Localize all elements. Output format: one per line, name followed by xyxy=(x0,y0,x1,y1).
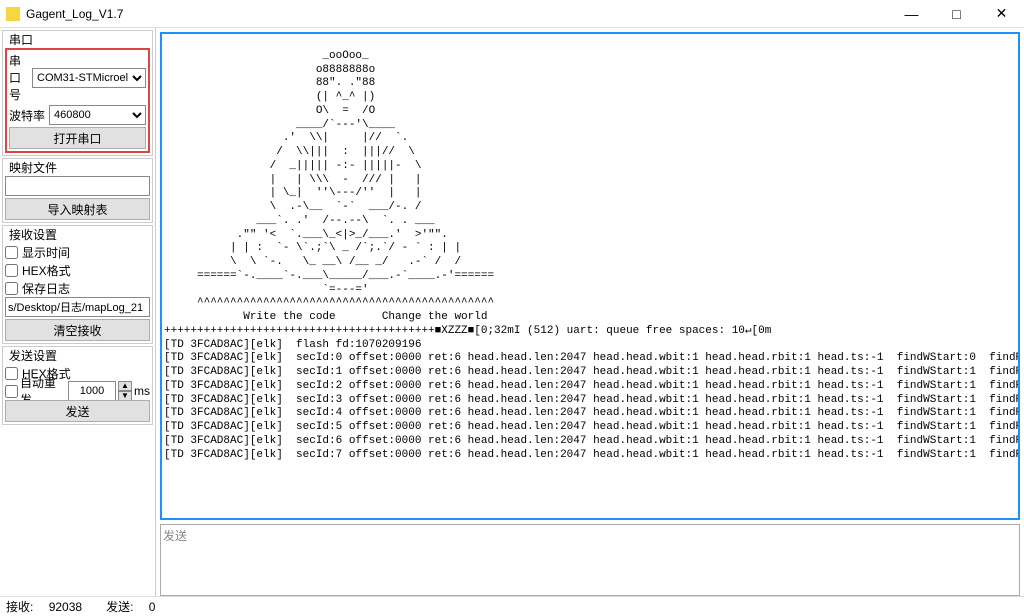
send-input-area[interactable]: 发送 xyxy=(160,524,1020,596)
close-button[interactable]: ✕ xyxy=(979,0,1024,27)
baud-select[interactable]: 460800 xyxy=(49,105,146,125)
statusbar: 接收: 92038 发送: 0 xyxy=(0,596,1024,616)
recv-group: 接收设置 显示时间 HEX格式 保存日志 清空接收 xyxy=(2,225,153,344)
show-time-label: 显示时间 xyxy=(22,244,70,261)
titlebar: Gagent_Log_V1.7 — □ ✕ xyxy=(0,0,1024,28)
log-path-input[interactable] xyxy=(5,297,150,317)
window-title: Gagent_Log_V1.7 xyxy=(26,7,889,21)
maximize-button[interactable]: □ xyxy=(934,0,979,27)
serial-group: 串口 串口号 COM31-STMicroel 波特率 460800 打开串口 xyxy=(2,30,153,156)
window-controls: — □ ✕ xyxy=(889,0,1024,27)
send-group-title: 发送设置 xyxy=(7,347,59,364)
save-log-label: 保存日志 xyxy=(22,280,70,297)
port-label: 串口号 xyxy=(9,52,32,103)
clear-recv-button[interactable]: 清空接收 xyxy=(5,319,150,341)
log-output[interactable]: _ooOoo_ o8888888o 88". ."88 (| ^_^ |) O\… xyxy=(160,32,1020,520)
open-serial-button[interactable]: 打开串口 xyxy=(9,127,146,149)
map-file-input[interactable] xyxy=(5,176,150,196)
show-time-checkbox[interactable] xyxy=(5,246,18,259)
send-group: 发送设置 HEX格式 自动重发 ▲ ▼ ms 发送 xyxy=(2,346,153,425)
serial-group-title: 串口 xyxy=(7,31,35,48)
map-group-title: 映射文件 xyxy=(7,159,59,176)
recv-hex-checkbox[interactable] xyxy=(5,264,18,277)
tx-counter: 发送: 0 xyxy=(106,598,167,615)
auto-resend-checkbox[interactable] xyxy=(5,385,18,398)
send-button[interactable]: 发送 xyxy=(5,400,150,422)
baud-label: 波特率 xyxy=(9,107,49,124)
recv-hex-label: HEX格式 xyxy=(22,262,71,279)
save-log-checkbox[interactable] xyxy=(5,282,18,295)
map-group: 映射文件 导入映射表 xyxy=(2,158,153,223)
port-select[interactable]: COM31-STMicroel xyxy=(32,68,146,88)
rx-counter: 接收: 92038 xyxy=(6,598,94,615)
interval-unit: ms xyxy=(134,384,150,398)
send-hex-checkbox[interactable] xyxy=(5,367,18,380)
interval-input[interactable] xyxy=(68,381,116,401)
app-icon xyxy=(6,7,20,21)
minimize-button[interactable]: — xyxy=(889,0,934,27)
sidebar: 串口 串口号 COM31-STMicroel 波特率 460800 打开串口 映… xyxy=(0,28,156,596)
send-placeholder: 发送 xyxy=(163,529,187,543)
recv-group-title: 接收设置 xyxy=(7,226,59,243)
import-map-button[interactable]: 导入映射表 xyxy=(5,198,150,220)
interval-up-icon[interactable]: ▲ xyxy=(118,381,132,391)
